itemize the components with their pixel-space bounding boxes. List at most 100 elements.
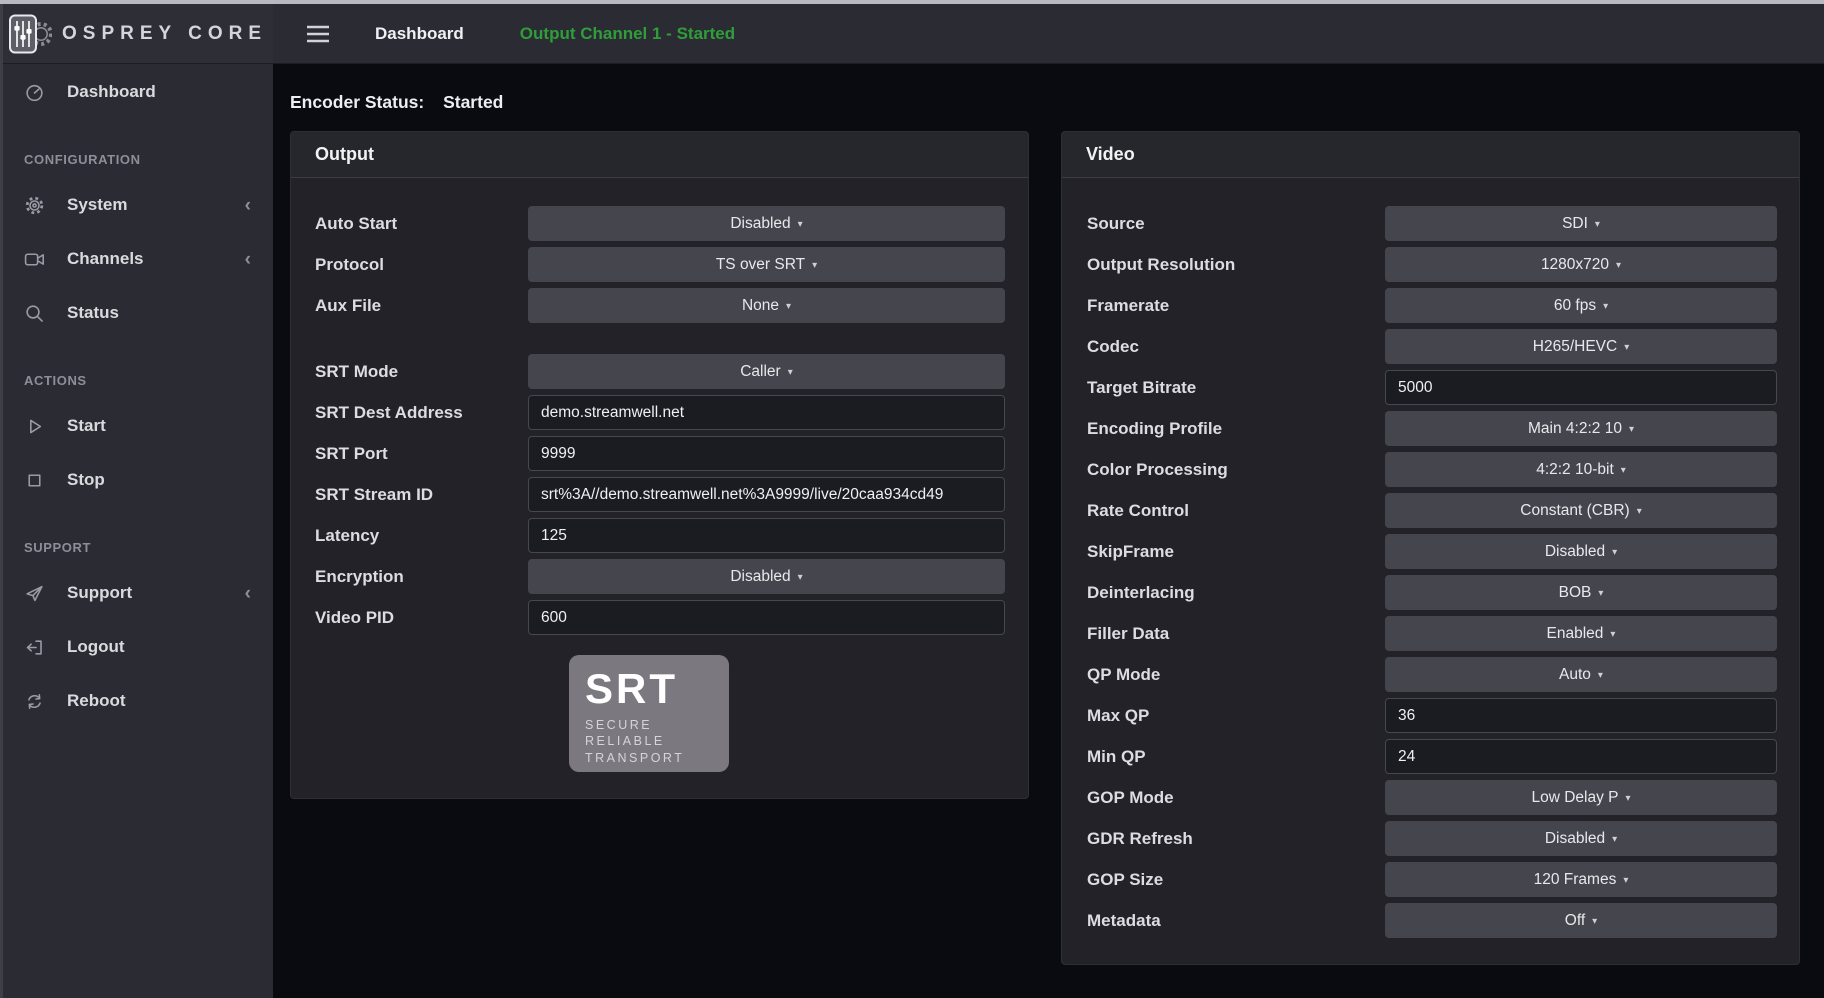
target-bitrate-input[interactable]: [1385, 370, 1777, 405]
brand: OSPREY CORE: [0, 4, 273, 63]
sidebar-item-label: Logout: [67, 637, 125, 657]
caret-down-icon: ▾: [788, 367, 793, 378]
srt-logo-title: SRT: [585, 667, 729, 711]
srt-port-input[interactable]: [528, 436, 1005, 471]
sidebar-item-label: Stop: [67, 470, 105, 490]
field-row-deinterlacing: Deinterlacing BOB▾: [1087, 575, 1777, 610]
sidebar-item-dashboard[interactable]: Dashboard: [0, 68, 273, 116]
encryption-label: Encryption: [315, 567, 404, 587]
sidebar-item-reboot[interactable]: Reboot: [0, 677, 273, 725]
encryption-select[interactable]: Disabled▾: [528, 559, 1005, 594]
skipframe-value: Disabled: [1545, 543, 1605, 561]
topnav-channel-status[interactable]: Output Channel 1 - Started: [520, 24, 735, 44]
gdr-refresh-label: GDR Refresh: [1087, 829, 1193, 849]
aux-file-select[interactable]: None▾: [528, 288, 1005, 323]
sidebar-item-logout[interactable]: Logout: [0, 623, 273, 671]
field-row-gop-size: GOP Size120 Frames▾: [1087, 862, 1777, 897]
dashboard-icon: [24, 82, 45, 103]
field-row-target-bitrate: Target Bitrate: [1087, 370, 1777, 405]
sidebar-item-support[interactable]: Support‹: [0, 569, 273, 617]
qp-mode-value: Auto: [1559, 666, 1591, 684]
qp-mode-select[interactable]: Auto▾: [1385, 657, 1777, 692]
srt-mode-value: Caller: [740, 363, 780, 381]
field-row-max-qp: Max QP: [1087, 698, 1777, 733]
encoding-profile-value: Main 4:2:2 10: [1528, 420, 1622, 438]
field-row-encryption: Encryption Disabled▾: [315, 559, 1005, 594]
gop-mode-select[interactable]: Low Delay P ▾: [1385, 780, 1777, 815]
protocol-select[interactable]: TS over SRT▾: [528, 247, 1005, 282]
encoder-status-label: Encoder Status:: [290, 92, 424, 112]
encryption-value: Disabled: [730, 568, 790, 586]
srt-stream-id-input[interactable]: [528, 477, 1005, 512]
source-label: Source: [1087, 214, 1145, 234]
field-row-encoding-profile: Encoding ProfileMain 4:2:2 10▾: [1087, 411, 1777, 446]
play-icon: [24, 416, 45, 437]
sidebar-section-support: SUPPORT: [24, 540, 249, 555]
hamburger-menu-icon[interactable]: [305, 23, 331, 45]
rate-control-select[interactable]: Constant (CBR)▾: [1385, 493, 1777, 528]
sidebar-item-label: System: [67, 195, 127, 215]
min-qp-input[interactable]: [1385, 739, 1777, 774]
metadata-select[interactable]: Off▾: [1385, 903, 1777, 938]
topnav-dashboard[interactable]: Dashboard: [375, 24, 464, 44]
color-processing-select[interactable]: 4:2:2 10-bit▾: [1385, 452, 1777, 487]
encoder-status-line: Encoder Status: Started: [290, 92, 1824, 113]
field-row-auto-start: Auto StartDisabled▾: [315, 206, 1005, 241]
field-row-gdr-refresh: GDR Refresh Disabled▾: [1087, 821, 1777, 856]
filler-data-select[interactable]: Enabled▾: [1385, 616, 1777, 651]
skipframe-select[interactable]: Disabled▾: [1385, 534, 1777, 569]
max-qp-input[interactable]: [1385, 698, 1777, 733]
sidebar-item-label: Start: [67, 416, 106, 436]
chevron-left-icon: ‹: [245, 250, 251, 269]
framerate-label: Framerate: [1087, 296, 1169, 316]
auto-start-select[interactable]: Disabled▾: [528, 206, 1005, 241]
sidebar-item-stop[interactable]: Stop: [0, 456, 273, 504]
color-processing-value: 4:2:2 10-bit: [1536, 461, 1614, 479]
sidebar-item-system[interactable]: System‹: [0, 181, 273, 229]
skipframe-label: SkipFrame: [1087, 542, 1174, 562]
send-icon: [24, 583, 45, 604]
srt-port-label: SRT Port: [315, 444, 388, 464]
output-panel-title: Output: [291, 132, 1028, 178]
protocol-label: Protocol: [315, 255, 384, 275]
field-row-aux-file: Aux File None▾: [315, 288, 1005, 323]
latency-input[interactable]: [528, 518, 1005, 553]
filler-data-label: Filler Data: [1087, 624, 1169, 644]
sidebar-item-label: Status: [67, 303, 119, 323]
filler-data-value: Enabled: [1547, 625, 1604, 643]
deinterlacing-select[interactable]: BOB▾: [1385, 575, 1777, 610]
metadata-label: Metadata: [1087, 911, 1161, 931]
field-row-skipframe: SkipFrame Disabled▾: [1087, 534, 1777, 569]
sidebar-item-channels[interactable]: Channels ‹: [0, 235, 273, 283]
gop-size-value: 120 Frames: [1534, 871, 1617, 889]
deinterlacing-label: Deinterlacing: [1087, 583, 1195, 603]
sidebar-item-label: Support: [67, 583, 132, 603]
rate-control-value: Constant (CBR): [1520, 502, 1629, 520]
encoding-profile-select[interactable]: Main 4:2:2 10▾: [1385, 411, 1777, 446]
gop-mode-value: Low Delay P: [1531, 789, 1618, 807]
caret-down-icon: ▾: [1625, 793, 1630, 804]
source-value: SDI: [1562, 215, 1588, 233]
field-row-latency: Latency: [315, 518, 1005, 553]
sidebar-item-start[interactable]: Start: [0, 402, 273, 450]
sidebar-item-status[interactable]: Status: [0, 289, 273, 337]
video-pid-label: Video PID: [315, 608, 394, 628]
auto-start-value: Disabled: [730, 215, 790, 233]
window-left-edge: [0, 0, 3, 998]
srt-mode-select[interactable]: Caller ▾: [528, 354, 1005, 389]
output-resolution-select[interactable]: 1280x720▾: [1385, 247, 1777, 282]
field-row-gop-mode: GOP ModeLow Delay P▾: [1087, 780, 1777, 815]
framerate-select[interactable]: 60 fps▾: [1385, 288, 1777, 323]
codec-label: Codec: [1087, 337, 1139, 357]
field-row-metadata: Metadata Off▾: [1087, 903, 1777, 938]
aux-file-label: Aux File: [315, 296, 381, 316]
source-select[interactable]: SDI▾: [1385, 206, 1777, 241]
sidebar-item-label: Channels: [67, 249, 144, 269]
video-pid-input[interactable]: [528, 600, 1005, 635]
search-icon: [24, 303, 45, 324]
srt-dest-address-input[interactable]: [528, 395, 1005, 430]
output-panel: Output Auto StartDisabled▾ Protocol TS ove…: [290, 131, 1029, 799]
gop-size-select[interactable]: 120 Frames▾: [1385, 862, 1777, 897]
gdr-refresh-select[interactable]: Disabled▾: [1385, 821, 1777, 856]
codec-select[interactable]: H265/HEVC▾: [1385, 329, 1777, 364]
